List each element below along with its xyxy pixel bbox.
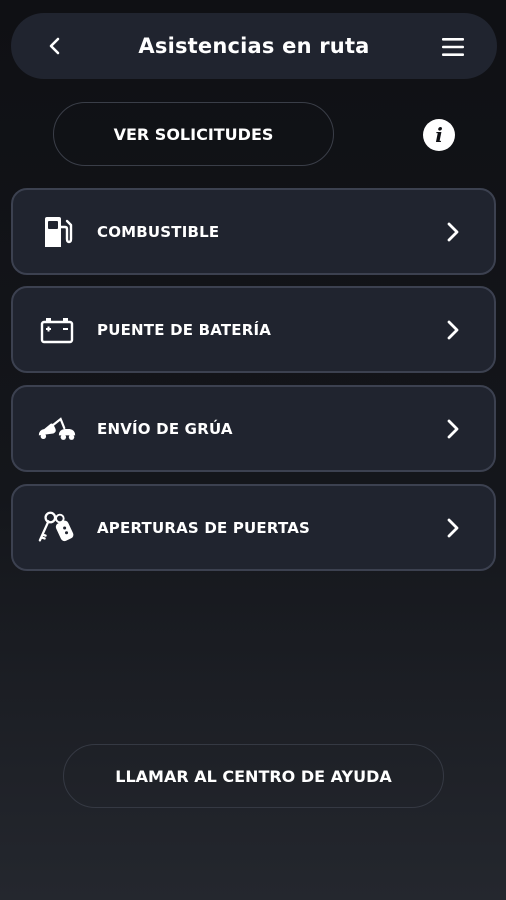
chevron-right-icon	[442, 220, 464, 244]
info-button[interactable]: i	[423, 119, 455, 151]
hamburger-menu-icon	[442, 38, 464, 56]
service-label: ENVÍO DE GRÚA	[97, 419, 233, 438]
fuel-pump-icon	[37, 214, 77, 250]
tow-truck-icon	[37, 411, 77, 447]
service-card-fuel[interactable]: COMBUSTIBLE	[11, 188, 496, 275]
car-keys-icon	[37, 510, 77, 546]
service-label: COMBUSTIBLE	[97, 222, 220, 241]
call-help-center-button[interactable]: LLAMAR AL CENTRO DE AYUDA	[63, 744, 444, 808]
chevron-right-icon	[442, 318, 464, 342]
page-title: Asistencias en ruta	[138, 34, 370, 58]
back-button[interactable]	[41, 32, 69, 60]
app-header: Asistencias en ruta	[11, 13, 497, 79]
view-requests-label: VER SOLICITUDES	[113, 124, 274, 144]
info-icon: i	[435, 123, 443, 147]
chevron-right-icon	[442, 417, 464, 441]
chevron-left-icon	[49, 37, 60, 55]
service-card-door-opening[interactable]: APERTURAS DE PUERTAS	[11, 484, 496, 571]
view-requests-button[interactable]: VER SOLICITUDES	[53, 102, 334, 166]
service-label: APERTURAS DE PUERTAS	[97, 518, 311, 537]
battery-icon	[37, 312, 77, 348]
service-label: PUENTE DE BATERÍA	[97, 320, 272, 339]
chevron-right-icon	[442, 516, 464, 540]
service-card-battery[interactable]: PUENTE DE BATERÍA	[11, 286, 496, 373]
menu-button[interactable]	[439, 33, 467, 61]
service-card-tow[interactable]: ENVÍO DE GRÚA	[11, 385, 496, 472]
call-help-center-label: LLAMAR AL CENTRO DE AYUDA	[115, 766, 392, 786]
